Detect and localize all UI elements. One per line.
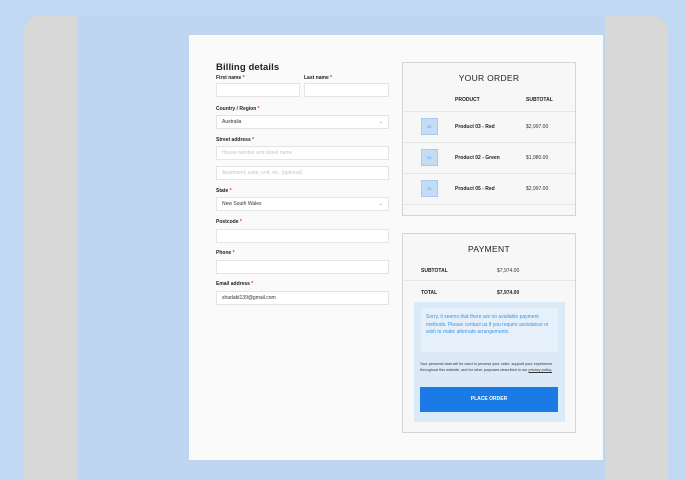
product-price: $2,997.00 — [526, 186, 549, 192]
divider — [403, 142, 575, 143]
country-select[interactable]: Australia ⌄ — [216, 115, 389, 129]
state-label: State — [216, 188, 229, 194]
checkout-card: Billing details First name * Last name *… — [189, 35, 603, 460]
required-mark: * — [251, 281, 254, 287]
divider — [403, 173, 575, 174]
required-mark: * — [330, 75, 333, 81]
required-mark: * — [229, 188, 232, 194]
product-name: Product 05 - Red — [455, 186, 495, 192]
street-label: Street address — [216, 137, 251, 143]
col-product: PRODUCT — [455, 97, 480, 103]
state-value: New South Wales — [222, 201, 262, 207]
first-name-input[interactable] — [216, 83, 300, 97]
state-select[interactable]: New South Wales ⌄ — [216, 197, 389, 211]
product-thumbnail: 01 — [421, 180, 438, 197]
last-name-input[interactable] — [304, 83, 389, 97]
browser-frame: Billing details First name * Last name *… — [24, 16, 668, 480]
postcode-label: Postcode — [216, 219, 239, 225]
product-price: $1,980.00 — [526, 155, 549, 161]
street-2-input[interactable]: Apartment, suite, unit, etc. (optional) — [216, 166, 389, 180]
country-value: Australia — [222, 119, 242, 125]
required-mark: * — [242, 75, 245, 81]
payment-title: PAYMENT — [468, 244, 510, 254]
first-name-group: First name * — [216, 75, 245, 82]
divider — [403, 204, 575, 205]
chevron-down-icon: ⌄ — [378, 201, 383, 207]
required-mark: * — [232, 250, 235, 256]
email-value: shadabl139@gmail.com — [222, 295, 276, 301]
place-order-button[interactable]: PLACE ORDER — [420, 387, 558, 412]
required-mark: * — [239, 219, 242, 225]
billing-section: Billing details First name * Last name *… — [216, 62, 389, 305]
chevron-down-icon: ⌄ — [378, 119, 383, 125]
order-title: YOUR ORDER — [458, 73, 520, 83]
email-input[interactable]: shadabl139@gmail.com — [216, 291, 389, 305]
required-mark: * — [252, 137, 255, 143]
divider — [403, 280, 575, 281]
product-name: Product 02 - Green — [455, 155, 500, 161]
payment-panel: PAYMENT SUBTOTAL $7,974.00 TOTAL $7,974.… — [402, 233, 576, 433]
order-panel: YOUR ORDER PRODUCT SUBTOTAL 01 Product 0… — [402, 62, 576, 216]
total-value: $7,974.00 — [497, 290, 520, 296]
divider — [403, 111, 575, 112]
col-subtotal: SUBTOTAL — [526, 97, 553, 103]
page-stage: Billing details First name * Last name *… — [78, 16, 605, 480]
first-name-label: First name — [216, 75, 242, 81]
product-price: $2,997.00 — [526, 124, 549, 130]
email-label: Email address — [216, 281, 250, 287]
phone-label: Phone — [216, 250, 232, 256]
no-payment-notice: Sorry, it seems that there are no availa… — [421, 308, 558, 352]
last-name-group: Last name * — [304, 75, 332, 82]
street-placeholder: House number and street name — [222, 150, 293, 156]
privacy-notice: Your personal data will be used to proce… — [420, 362, 560, 373]
billing-title: Billing details — [216, 62, 280, 73]
required-mark: * — [257, 106, 260, 112]
privacy-policy-link[interactable]: privacy policy. — [529, 368, 553, 372]
total-label: TOTAL — [421, 290, 438, 296]
product-thumbnail: 01 — [421, 149, 438, 166]
product-thumbnail: 01 — [421, 118, 438, 135]
street-2-placeholder: Apartment, suite, unit, etc. (optional) — [222, 170, 303, 176]
phone-input[interactable] — [216, 260, 389, 274]
product-name: Product 03 - Red — [455, 124, 495, 130]
subtotal-label: SUBTOTAL — [421, 268, 448, 274]
country-label: Country / Region — [216, 106, 257, 112]
payment-methods-box: Sorry, it seems that there are no availa… — [414, 302, 565, 422]
subtotal-value: $7,974.00 — [497, 268, 520, 274]
postcode-input[interactable] — [216, 229, 389, 243]
street-input[interactable]: House number and street name — [216, 146, 389, 160]
last-name-label: Last name — [304, 75, 329, 81]
